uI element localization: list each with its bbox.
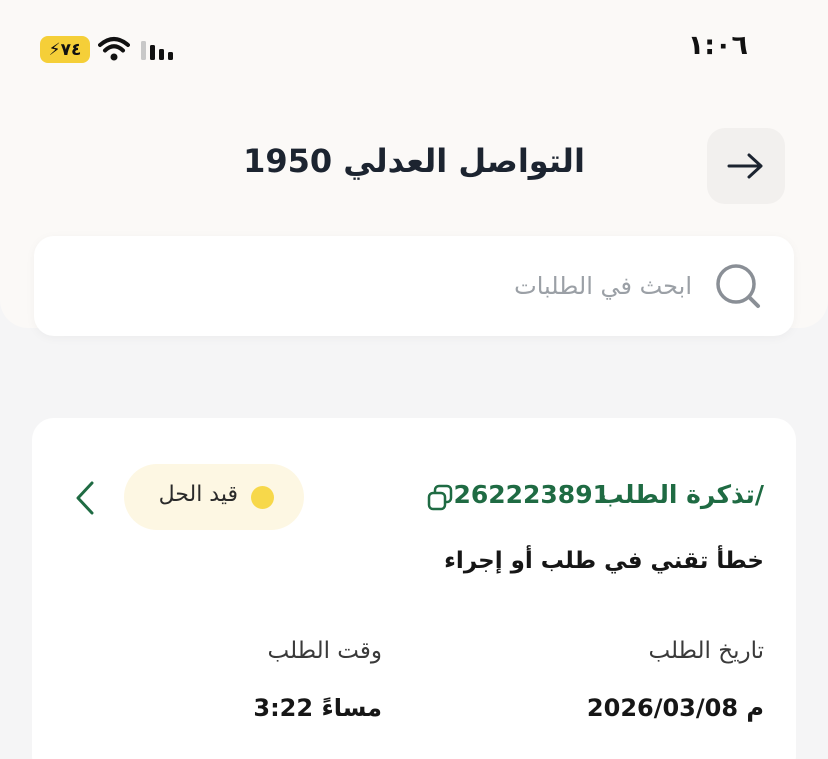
- page-title: التواصل العدلي 1950: [243, 142, 585, 180]
- back-button[interactable]: [707, 128, 785, 204]
- arrow-right-icon: [727, 153, 763, 179]
- ticket-number: 262223891: [453, 480, 610, 509]
- charging-bolt-icon: ⚡: [48, 39, 61, 60]
- request-subject: خطأ تقني في طلب أو إجراء: [444, 548, 764, 574]
- copy-icon[interactable]: [426, 484, 454, 516]
- status-dot: [251, 486, 274, 509]
- time-label: وقت الطلب: [267, 638, 382, 664]
- chevron-left-icon[interactable]: [74, 480, 96, 520]
- date-label: تاريخ الطلب: [648, 638, 764, 664]
- time-value: 3:22 مساءً: [253, 694, 382, 722]
- status-time: ١:٠٦: [687, 30, 748, 61]
- wifi-icon: [98, 36, 130, 66]
- search-placeholder: ابحث في الطلبات: [514, 272, 692, 300]
- battery-level: ٧٤: [60, 39, 82, 60]
- search-input[interactable]: ابحث في الطلبات: [34, 236, 794, 336]
- battery-icon: ⚡ ٧٤: [40, 36, 90, 63]
- ticket-label: تذكرة الطلب/: [598, 480, 764, 509]
- request-card[interactable]: تذكرة الطلب/ 262223891 قيد الحل خطأ تقني…: [32, 418, 796, 759]
- cellular-signal-icon: [140, 38, 176, 64]
- status-badge: قيد الحل: [124, 464, 304, 530]
- date-value: 2026/03/08 م: [586, 694, 764, 722]
- status-text: قيد الحل: [158, 482, 238, 507]
- search-icon: [714, 262, 764, 316]
